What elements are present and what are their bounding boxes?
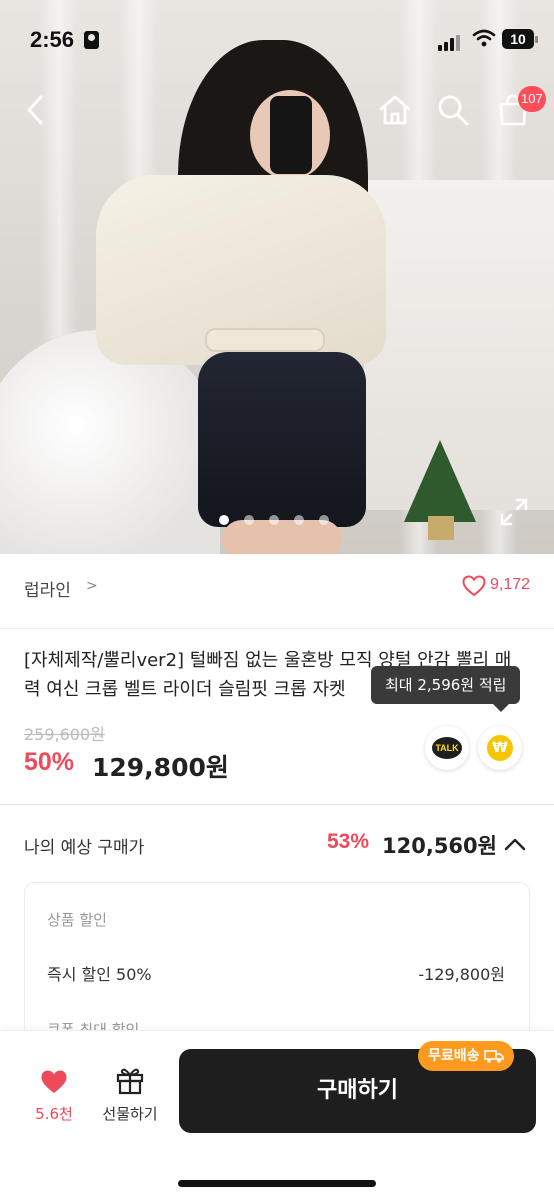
free-shipping-label: 무료배송	[428, 1048, 480, 1064]
christmas-tree	[404, 440, 476, 522]
model-belt	[205, 328, 325, 352]
cellular-signal-icon	[438, 32, 462, 51]
gallery-dot[interactable]	[244, 515, 254, 525]
home-button[interactable]	[373, 88, 417, 132]
talk-icon: TALK	[432, 737, 462, 759]
original-price: 259,600원	[24, 725, 105, 744]
bottom-action-bar: 5.6천 선물하기 구매하기 무료배송	[0, 1030, 554, 1200]
expected-discount-rate: 53%	[327, 830, 370, 853]
expand-image-button[interactable]	[498, 496, 530, 528]
sale-price: 129,800원	[92, 753, 229, 782]
top-bar: 2:56 10 107	[0, 0, 554, 150]
model-legs	[222, 520, 342, 554]
product-page: 2:56 10 107 럽라인 > 9,172 [자체제작/뿔리ver2] 털빠…	[0, 0, 554, 1200]
gift-icon[interactable]	[115, 1065, 145, 1095]
chevron-left-icon	[27, 95, 43, 125]
product-discount-heading: 상품 할인	[47, 911, 107, 929]
instant-discount-label: 즉시 할인 50%	[47, 965, 152, 984]
instant-discount-value: -129,800원	[418, 965, 505, 984]
home-icon	[379, 95, 411, 125]
search-icon	[438, 95, 469, 126]
gallery-dot[interactable]	[319, 515, 329, 525]
like-count: 9,172	[490, 576, 531, 593]
divider	[0, 804, 554, 805]
gallery-dot[interactable]	[294, 515, 304, 525]
points-tooltip: 최대 2,596원 적립	[371, 666, 521, 712]
back-button[interactable]	[14, 88, 58, 132]
cart-count-badge: 107	[518, 86, 546, 112]
gift-label[interactable]: 선물하기	[96, 1103, 164, 1124]
gallery-dot[interactable]	[219, 515, 229, 525]
battery-icon: 10	[502, 29, 538, 49]
heart-filled-icon[interactable]	[40, 1069, 68, 1095]
wifi-icon	[472, 29, 496, 47]
expected-price-label: 나의 예상 구매가	[24, 838, 145, 858]
points-button[interactable]: ₩	[478, 726, 522, 770]
status-time: 2:56	[30, 27, 75, 52]
truck-icon	[483, 1050, 504, 1063]
home-indicator	[178, 1180, 376, 1187]
free-shipping-badge: 무료배송	[418, 1041, 514, 1071]
model-skirt	[198, 352, 366, 527]
heart-outline-icon[interactable]	[462, 575, 486, 597]
gallery-pagination	[219, 515, 329, 525]
chevron-up-icon[interactable]	[502, 834, 528, 856]
person-badge-icon	[84, 31, 99, 49]
expected-price: 120,560원	[382, 834, 497, 858]
brand-name[interactable]: 럽라인	[24, 576, 71, 601]
search-button[interactable]	[431, 88, 475, 132]
expand-icon	[500, 498, 528, 526]
wish-count: 5.6천	[35, 1105, 73, 1123]
tree-pot	[428, 516, 454, 540]
kakao-talk-button[interactable]: TALK	[425, 726, 469, 770]
expected-price-row[interactable]: 나의 예상 구매가 53% 120,560원	[0, 820, 554, 870]
discount-rate: 50%	[24, 748, 75, 776]
brand-arrow-icon: >	[86, 578, 98, 594]
divider	[0, 628, 554, 629]
gallery-dot[interactable]	[269, 515, 279, 525]
won-coin-icon: ₩	[487, 735, 513, 761]
